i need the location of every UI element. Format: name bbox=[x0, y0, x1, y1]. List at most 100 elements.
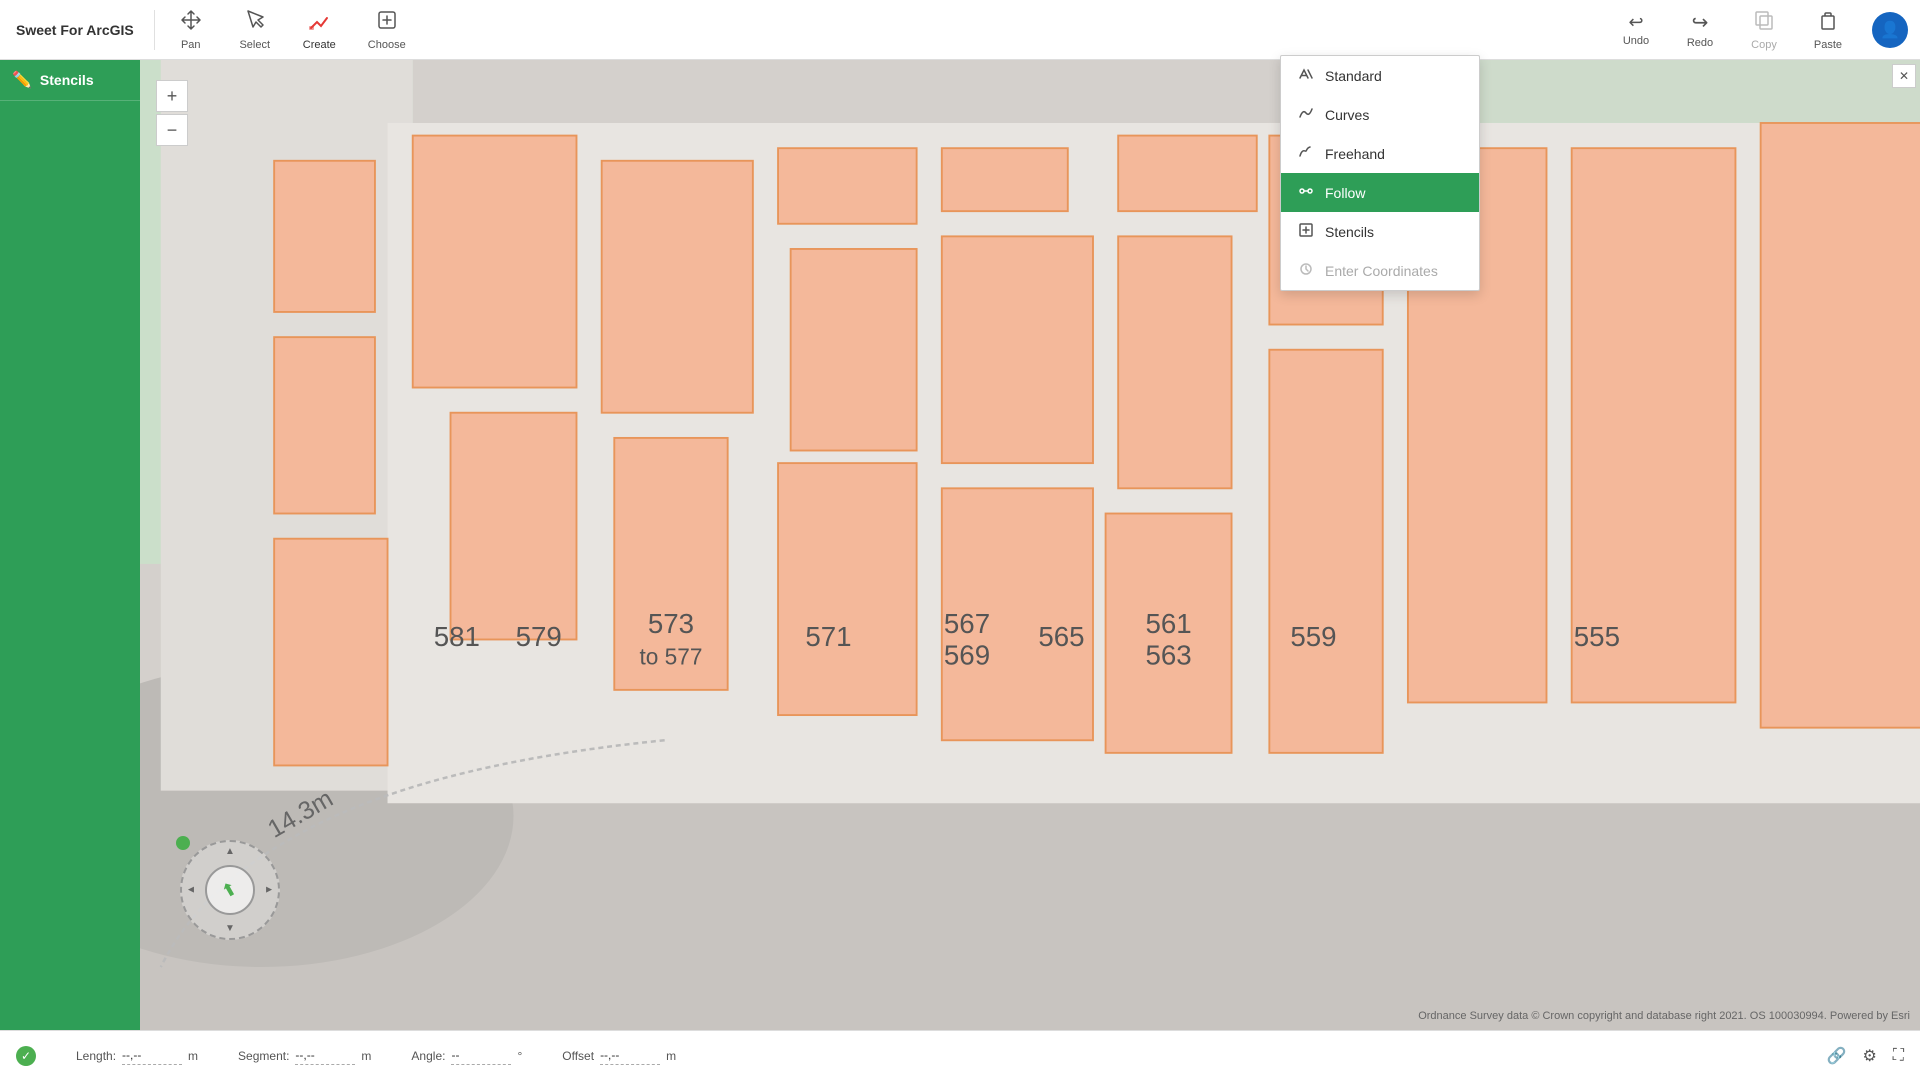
choose-button[interactable]: Choose bbox=[352, 0, 422, 60]
stencils-panel-header: ✏️ Stencils bbox=[0, 60, 140, 101]
stencils-header-label: Stencils bbox=[40, 72, 94, 88]
zoom-in-button[interactable]: + bbox=[156, 80, 188, 112]
dropdown-enter-coordinates-label: Enter Coordinates bbox=[1325, 263, 1438, 279]
pan-label: Pan bbox=[181, 39, 201, 51]
offset-label: Offset bbox=[562, 1049, 594, 1063]
svg-text:559: 559 bbox=[1290, 621, 1336, 652]
toolbar: Sweet For ArcGIS Pan Select Create bbox=[0, 0, 1920, 60]
select-icon bbox=[244, 9, 266, 37]
undo-label: Undo bbox=[1623, 35, 1649, 47]
svg-text:579: 579 bbox=[516, 621, 562, 652]
stencils-header-icon: ✏️ bbox=[12, 70, 32, 90]
expand-icon[interactable]: ⛶ bbox=[1893, 1047, 1904, 1065]
svg-text:563: 563 bbox=[1145, 640, 1191, 671]
svg-text:569: 569 bbox=[944, 640, 990, 671]
offset-value[interactable]: --,-- bbox=[600, 1046, 660, 1065]
choose-label: Choose bbox=[368, 39, 406, 51]
undo-button[interactable]: ↩ Undo bbox=[1604, 0, 1668, 60]
angle-label: Angle: bbox=[411, 1049, 445, 1063]
link-icon[interactable]: 🔗 bbox=[1827, 1046, 1847, 1066]
toolbar-divider-1 bbox=[154, 10, 155, 50]
segment-label: Segment: bbox=[238, 1049, 289, 1063]
redo-label: Redo bbox=[1687, 37, 1713, 49]
paste-button[interactable]: Paste bbox=[1796, 0, 1860, 60]
compass-tick-w: ◄ bbox=[186, 885, 196, 896]
compass-tick-n: ▲ bbox=[225, 846, 235, 857]
offset-group: Offset --,-- m bbox=[562, 1046, 676, 1065]
redo-button[interactable]: ↪ Redo bbox=[1668, 0, 1732, 60]
curves-icon bbox=[1297, 105, 1315, 124]
compass-dot bbox=[176, 836, 190, 850]
length-value[interactable]: --,-- bbox=[122, 1046, 182, 1065]
copy-label: Copy bbox=[1751, 39, 1777, 51]
user-avatar-icon: 👤 bbox=[1880, 20, 1900, 40]
create-label: Create bbox=[303, 39, 336, 51]
dropdown-item-standard[interactable]: Standard bbox=[1281, 56, 1479, 95]
follow-icon bbox=[1297, 183, 1315, 202]
dropdown-item-follow[interactable]: Follow bbox=[1281, 173, 1479, 212]
status-check-icon: ✓ bbox=[16, 1046, 36, 1066]
map-area[interactable]: 581 579 573 to 577 571 567 569 565 561 5… bbox=[140, 60, 1920, 1030]
map-close-button[interactable]: ✕ bbox=[1892, 64, 1916, 88]
angle-value[interactable]: -- bbox=[451, 1046, 511, 1065]
svg-text:to 577: to 577 bbox=[639, 644, 702, 670]
stencils-icon bbox=[1297, 222, 1315, 241]
compass-tick-s: ▼ bbox=[225, 923, 235, 934]
svg-text:561: 561 bbox=[1145, 608, 1191, 639]
dropdown-follow-label: Follow bbox=[1325, 185, 1365, 201]
user-avatar[interactable]: 👤 bbox=[1872, 12, 1908, 48]
map-zoom-controls: + − bbox=[156, 80, 188, 146]
pan-button[interactable]: Pan bbox=[159, 0, 223, 60]
map-copyright: Ordnance Survey data © Crown copyright a… bbox=[1418, 1010, 1910, 1022]
svg-text:571: 571 bbox=[805, 621, 851, 652]
dropdown-item-freehand[interactable]: Freehand bbox=[1281, 134, 1479, 173]
create-dropdown-menu: Standard Curves Freehand Follow bbox=[1280, 55, 1480, 291]
dropdown-item-enter-coordinates: Enter Coordinates bbox=[1281, 251, 1479, 290]
dropdown-stencils-label: Stencils bbox=[1325, 224, 1374, 240]
copy-button[interactable]: Copy bbox=[1732, 0, 1796, 60]
dropdown-item-curves[interactable]: Curves bbox=[1281, 95, 1479, 134]
svg-text:555: 555 bbox=[1574, 621, 1620, 652]
segment-group: Segment: --,-- m bbox=[238, 1046, 371, 1065]
angle-unit: ° bbox=[517, 1049, 522, 1063]
settings-icon[interactable]: ⚙ bbox=[1862, 1046, 1876, 1066]
zoom-out-button[interactable]: − bbox=[156, 114, 188, 146]
select-button[interactable]: Select bbox=[223, 0, 287, 60]
select-label: Select bbox=[239, 39, 270, 51]
standard-icon bbox=[1297, 66, 1315, 85]
paste-label: Paste bbox=[1814, 39, 1842, 51]
create-icon bbox=[308, 9, 330, 37]
svg-text:573: 573 bbox=[648, 608, 694, 639]
angle-group: Angle: -- ° bbox=[411, 1046, 522, 1065]
dropdown-freehand-label: Freehand bbox=[1325, 146, 1385, 162]
svg-text:567: 567 bbox=[944, 608, 990, 639]
segment-value[interactable]: --,-- bbox=[295, 1046, 355, 1065]
compass[interactable]: ▲ ▼ ◄ ► ⬆ bbox=[180, 840, 280, 940]
compass-circle: ▲ ▼ ◄ ► ⬆ bbox=[180, 840, 280, 940]
compass-tick-e: ► bbox=[264, 885, 274, 896]
compass-inner: ⬆ bbox=[205, 865, 255, 915]
svg-text:565: 565 bbox=[1038, 621, 1084, 652]
create-button[interactable]: Create bbox=[287, 0, 352, 60]
enter-coordinates-icon bbox=[1297, 261, 1315, 280]
dropdown-curves-label: Curves bbox=[1325, 107, 1369, 123]
pan-icon bbox=[180, 9, 202, 37]
status-bar-right: 🔗 ⚙ ⛶ bbox=[1827, 1046, 1904, 1066]
status-bar: ✓ Length: --,-- m Segment: --,-- m Angle… bbox=[0, 1030, 1920, 1080]
app-title: Sweet For ArcGIS bbox=[0, 22, 150, 38]
toolbar-right: ↩ Undo ↪ Redo Copy Paste bbox=[1604, 0, 1920, 60]
segment-unit: m bbox=[361, 1049, 371, 1063]
offset-unit: m bbox=[666, 1049, 676, 1063]
redo-icon: ↪ bbox=[1692, 10, 1709, 35]
choose-icon bbox=[376, 9, 398, 37]
svg-text:581: 581 bbox=[434, 621, 480, 652]
dropdown-standard-label: Standard bbox=[1325, 68, 1382, 84]
copy-icon bbox=[1753, 9, 1775, 37]
map-svg: 581 579 573 to 577 571 567 569 565 561 5… bbox=[140, 60, 1920, 1030]
freehand-icon bbox=[1297, 144, 1315, 163]
paste-icon bbox=[1817, 9, 1839, 37]
compass-arrow: ⬆ bbox=[218, 877, 242, 903]
length-group: Length: --,-- m bbox=[76, 1046, 198, 1065]
dropdown-item-stencils[interactable]: Stencils bbox=[1281, 212, 1479, 251]
length-label: Length: bbox=[76, 1049, 116, 1063]
